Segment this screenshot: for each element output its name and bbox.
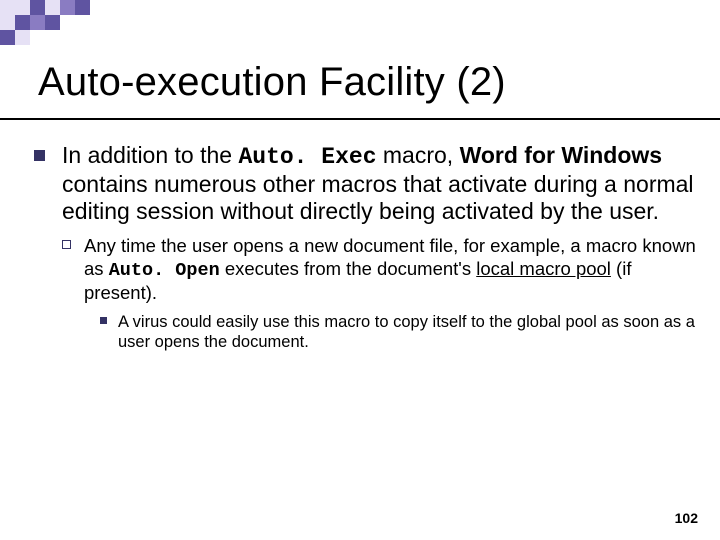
page-number: 102 <box>675 510 698 526</box>
l3-text: A virus could easily use this macro to c… <box>118 313 695 351</box>
square-bullet-icon <box>34 150 45 161</box>
l1-text-mid1: macro, <box>377 142 460 168</box>
corner-decoration <box>0 0 180 48</box>
bullet-level-2: Any time the user opens a new document f… <box>28 235 700 304</box>
l2-underlined: local macro pool <box>476 258 611 279</box>
bullet-level-1: In addition to the Auto. Exec macro, Wor… <box>28 142 700 225</box>
bullet-level-3: A virus could easily use this macro to c… <box>28 312 700 352</box>
l1-bold-wfw: Word for Windows <box>460 142 663 168</box>
l1-macro-autoexec: Auto. Exec <box>238 144 376 170</box>
l2-text-mid: executes from the document's <box>220 258 477 279</box>
l1-text-pre: In addition to the <box>62 142 238 168</box>
tiny-square-bullet-icon <box>100 317 107 324</box>
open-square-bullet-icon <box>62 240 71 249</box>
content-body: In addition to the Auto. Exec macro, Wor… <box>28 142 700 352</box>
title-underline <box>0 118 720 120</box>
slide-title: Auto-execution Facility (2) <box>38 60 506 105</box>
slide: Auto-execution Facility (2) In addition … <box>0 0 720 540</box>
l1-text-post: contains numerous other macros that acti… <box>62 171 694 224</box>
l2-macro-autoopen: Auto. Open <box>109 260 220 281</box>
